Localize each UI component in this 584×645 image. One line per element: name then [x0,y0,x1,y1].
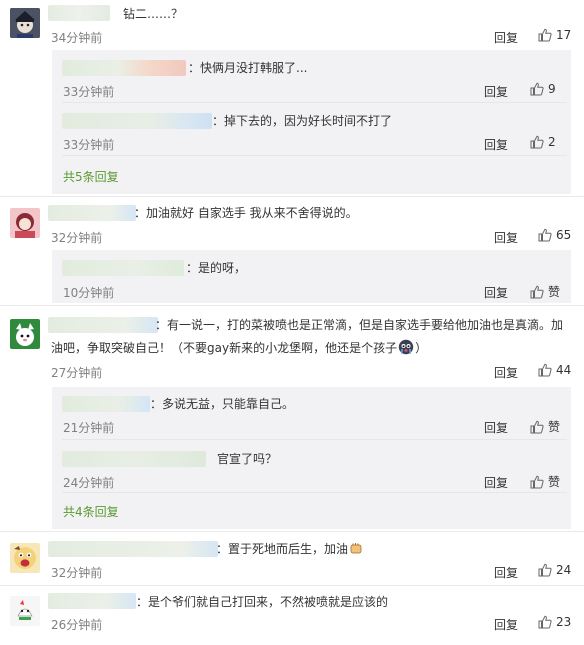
reply-item: ：多说无益，只能靠自己。 21分钟前 回复 赞 [52,387,571,440]
comment-text: 油吧，争取突破自己！（不要gay新来的小龙堡啊，他还是个孩子 [51,341,398,355]
comment-text-end: ） [415,341,428,355]
avatar[interactable] [10,319,40,349]
username-blurred[interactable] [48,317,158,333]
avatar[interactable] [10,8,40,38]
username-blurred[interactable] [62,60,186,76]
reply-text: ：多说无益，只能靠自己。 [150,397,295,411]
comment-time: 32分钟前 [51,231,103,245]
reply-list: ：快俩月没打韩服了... 33分钟前 回复 9 ：掉下去的，因为好长时间不打了 … [52,50,571,194]
comment-list: 钻二……？ 34分钟前 回复 17 ：快俩月没打韩服了... 33分钟前 回复 … [0,0,584,645]
thumbs-up-icon [530,420,544,433]
like-count: 23 [556,615,572,629]
reply-time: 10分钟前 [63,286,115,300]
comment-text: ：是个爷们就自己打回来，不然被喷就是应该的 [136,595,389,609]
more-replies-link[interactable]: 共5条回复 [63,168,119,185]
comment-text-row: ：置于死地而后生，加油 [216,541,363,557]
comment-time: 34分钟前 [51,31,103,45]
like-count: 24 [556,563,572,577]
fist-emoji-icon [349,541,363,555]
like-label: 赞 [548,285,561,299]
like-count: 9 [548,82,556,96]
reply-button[interactable]: 回复 [484,83,508,100]
thumbs-up-icon [530,285,544,298]
thumbs-up-icon [538,363,552,377]
avatar[interactable] [10,208,40,238]
username-blurred[interactable] [48,5,110,21]
comment-item: ：加油就好 自家选手 我从来不舍得说的。 32分钟前 回复 65 ：是的呀， 1… [0,197,584,305]
thumbs-up-icon [538,228,552,242]
like-button[interactable]: 9 [530,82,556,96]
reply-list: ：是的呀， 10分钟前 回复 赞 [52,250,571,303]
thumbs-up-icon [538,28,552,42]
username-blurred[interactable] [62,451,206,467]
reply-time: 33分钟前 [63,85,115,99]
reply-text: 官宣了吗？ [217,452,278,466]
comment-time: 32分钟前 [51,566,103,580]
reply-button[interactable]: 回复 [494,616,518,633]
like-count: 2 [548,135,556,149]
like-button[interactable]: 赞 [530,283,560,300]
reply-button[interactable]: 回复 [494,29,518,46]
thumbs-up-icon [538,615,552,629]
reply-time: 33分钟前 [63,138,115,152]
divider [62,155,567,156]
comment-item: 钻二……？ 34分钟前 回复 17 ：快俩月没打韩服了... 33分钟前 回复 … [0,0,584,195]
reply-list: ：多说无益，只能靠自己。 21分钟前 回复 赞 官宣了吗？ 24分钟前 回复 赞 [52,387,571,529]
reply-item: ：是的呀， 10分钟前 回复 赞 [52,250,571,303]
reply-button[interactable]: 回复 [484,474,508,491]
comment-text-line2: 油吧，争取突破自己！（不要gay新来的小龙堡啊，他还是个孩子 ） [51,339,427,356]
comment-item: ：有一说一，打的菜被喷也是正常滴，但是自家选手要给他加油也是真滴。加 油吧，争取… [0,306,584,531]
like-button[interactable]: 65 [538,228,571,242]
like-button[interactable]: 2 [530,135,556,149]
thumbs-up-icon [538,563,552,577]
reply-text: ：快俩月没打韩服了... [188,61,308,75]
username-blurred[interactable] [62,396,150,412]
comment-time: 26分钟前 [51,618,103,632]
username-blurred[interactable] [48,205,136,221]
comment-item: ：置于死地而后生，加油 32分钟前 回复 24 [0,532,584,584]
like-button[interactable]: 赞 [530,418,560,435]
like-button[interactable]: 24 [538,563,571,577]
reply-button[interactable]: 回复 [494,229,518,246]
like-button[interactable]: 17 [538,28,571,42]
thumbs-up-icon [530,135,544,149]
reply-item: ：快俩月没打韩服了... 33分钟前 回复 9 [52,50,571,103]
like-count: 17 [556,28,572,42]
reply-text: ：是的呀， [186,261,247,275]
like-button[interactable]: 赞 [530,473,560,490]
comment-text: ：置于死地而后生，加油 [216,542,349,556]
reply-button[interactable]: 回复 [484,419,508,436]
comment-text: ：加油就好 自家选手 我从来不舍得说的。 [134,206,358,220]
reply-time: 21分钟前 [63,421,115,435]
comment-text: 钻二……？ [123,7,184,21]
reply-text: ：掉下去的，因为好长时间不打了 [212,114,393,128]
like-count: 65 [556,228,572,242]
like-count: 44 [556,363,572,377]
avatar[interactable] [10,543,40,573]
divider [62,492,567,493]
username-blurred[interactable] [48,593,136,609]
like-button[interactable]: 23 [538,615,571,629]
reply-button[interactable]: 回复 [484,284,508,301]
comment-text-line1: ：有一说一，打的菜被喷也是正常滴，但是自家选手要给他加油也是真滴。加 [155,318,564,332]
username-blurred[interactable] [62,113,212,129]
username-blurred[interactable] [48,541,218,557]
avatar[interactable] [10,596,40,626]
reply-button[interactable]: 回复 [494,364,518,381]
thumbs-up-icon [530,82,544,96]
like-button[interactable]: 44 [538,363,571,377]
reply-button[interactable]: 回复 [484,136,508,153]
reply-time: 24分钟前 [63,476,115,490]
like-label: 赞 [548,420,561,434]
reply-button[interactable]: 回复 [494,564,518,581]
reply-item: 官宣了吗？ 24分钟前 回复 赞 [52,440,571,493]
like-label: 赞 [548,475,561,489]
username-blurred[interactable] [62,260,184,276]
comment-item: ：是个爷们就自己打回来，不然被喷就是应该的 26分钟前 回复 23 [0,586,584,645]
reply-item: ：掉下去的，因为好长时间不打了 33分钟前 回复 2 [52,103,571,156]
comment-time: 27分钟前 [51,366,103,380]
more-replies-link[interactable]: 共4条回复 [63,503,119,520]
crying-emoji-icon [398,339,414,355]
thumbs-up-icon [530,475,544,488]
